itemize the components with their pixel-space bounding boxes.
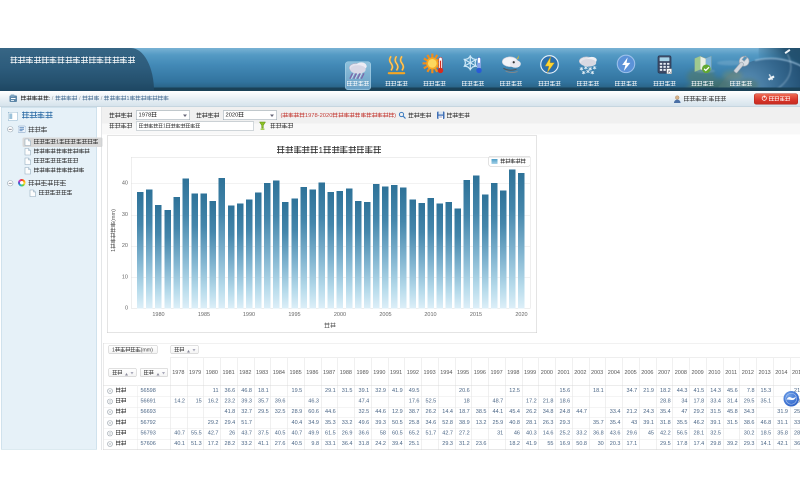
svg-text:A: A (668, 69, 671, 74)
